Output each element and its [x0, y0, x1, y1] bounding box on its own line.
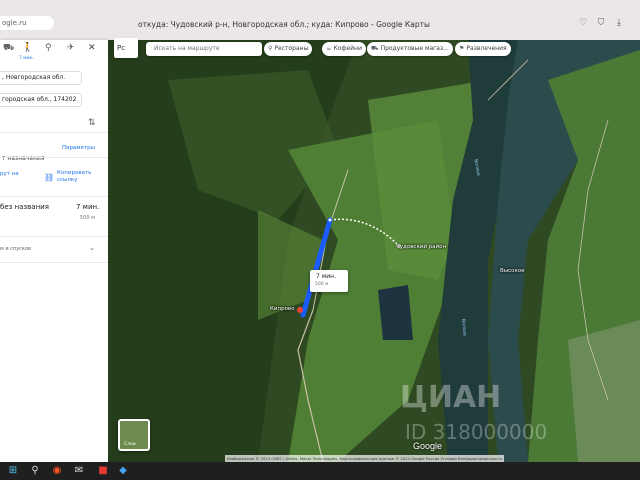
plane-icon[interactable]: ✈ — [67, 43, 75, 53]
settings-link[interactable]: Параметры — [62, 145, 95, 151]
tab-url[interactable]: ogle.ru — [0, 16, 54, 30]
destination-field[interactable]: городская обл., 174202 — [0, 93, 82, 107]
link-icon[interactable]: ⛓ — [44, 173, 54, 182]
car-icon[interactable]: ⛟ — [3, 43, 14, 54]
fork-knife-icon: ⚲ — [268, 45, 273, 52]
map-imagery — [108, 40, 640, 462]
map-language-button[interactable]: Рс — [114, 38, 138, 58]
cart-icon: ⛟ — [371, 45, 379, 52]
browser-titlebar: ogle.ru откуда: Чудовский р-н, Новгородс… — [0, 0, 640, 40]
app-icon[interactable]: ■ — [96, 464, 110, 478]
place-label-kiprovo[interactable]: Кипрово — [270, 306, 295, 312]
google-logo: Google — [413, 441, 443, 451]
bike-icon[interactable]: ⚲ — [45, 43, 52, 53]
mail-icon[interactable]: ✉ — [72, 464, 86, 478]
route-options[interactable]: м и спусков — [0, 246, 31, 252]
divider — [0, 132, 108, 133]
place-label-vysokoe[interactable]: Высокое — [500, 268, 525, 274]
search-icon[interactable]: ⚲ — [28, 464, 42, 478]
walk-icon[interactable]: 🚶 — [22, 43, 33, 53]
divider — [0, 262, 108, 263]
browser-icon[interactable]: ◉ — [50, 464, 64, 478]
chip-restaurants[interactable]: ⚲ Рестораны — [264, 42, 313, 56]
send-route-link[interactable]: рут на — [0, 171, 19, 177]
download-icon[interactable]: ⤓ — [614, 18, 624, 28]
windows-start-icon[interactable]: ⊞ — [6, 464, 20, 478]
walk-time-label: 7 мин. — [19, 56, 34, 61]
origin-field[interactable]: , Новгородская обл. — [0, 71, 82, 85]
os-taskbar: ⊞ ⚲ ◉ ✉ ■ ◆ — [0, 462, 640, 480]
close-icon[interactable]: ✕ — [88, 43, 96, 53]
place-label-chudovsky[interactable]: Чудовский район — [396, 244, 446, 250]
satellite-map[interactable] — [108, 40, 640, 462]
chip-entertainment[interactable]: ⚑ Развлечения — [455, 42, 511, 56]
chevron-down-icon[interactable]: ⌄ — [89, 244, 95, 252]
callout-distance: 500 м — [315, 282, 329, 287]
directions-panel: ⛟ 🚶 ⚲ ✈ ✕ 7 мин. , Новгородская обл. гор… — [0, 40, 108, 462]
divider — [0, 157, 108, 158]
route-search-input[interactable]: Искать на маршруте — [146, 42, 262, 56]
route-time: 7 мин. — [76, 203, 100, 211]
map-attribution[interactable]: Изображения © 2024 CNES / Airbus, Maxar … — [225, 455, 504, 462]
copy-link-button[interactable]: Копировать ссылку — [57, 170, 101, 184]
route-distance: 500 м — [80, 215, 95, 221]
divider — [0, 196, 108, 197]
travel-modes: ⛟ 🚶 ⚲ ✈ ✕ 7 мин. — [0, 40, 108, 61]
layers-label: Слои — [124, 442, 136, 447]
shield-icon[interactable]: ⛉ — [596, 18, 606, 28]
layers-button[interactable]: Слои — [118, 419, 150, 451]
watermark: ЦИАН — [400, 380, 502, 415]
window-title: откуда: Чудовский р-н, Новгородская обл.… — [138, 20, 430, 29]
app-icon[interactable]: ◆ — [116, 464, 130, 478]
heart-icon[interactable]: ♡ — [578, 18, 588, 28]
callout-time: 7 мин. — [316, 273, 336, 280]
chip-groceries[interactable]: ⛟ Продуктовые магаз... — [367, 42, 453, 56]
chip-cafes[interactable]: ☕ Кофейни — [322, 42, 366, 56]
route-callout[interactable]: 7 мин. 500 м — [310, 270, 348, 292]
swap-icon[interactable]: ⇅ — [88, 118, 96, 128]
ticket-icon: ⚑ — [459, 45, 465, 52]
route-name[interactable]: без названия — [0, 203, 49, 211]
coffee-icon: ☕ — [326, 45, 332, 52]
divider — [0, 236, 108, 237]
